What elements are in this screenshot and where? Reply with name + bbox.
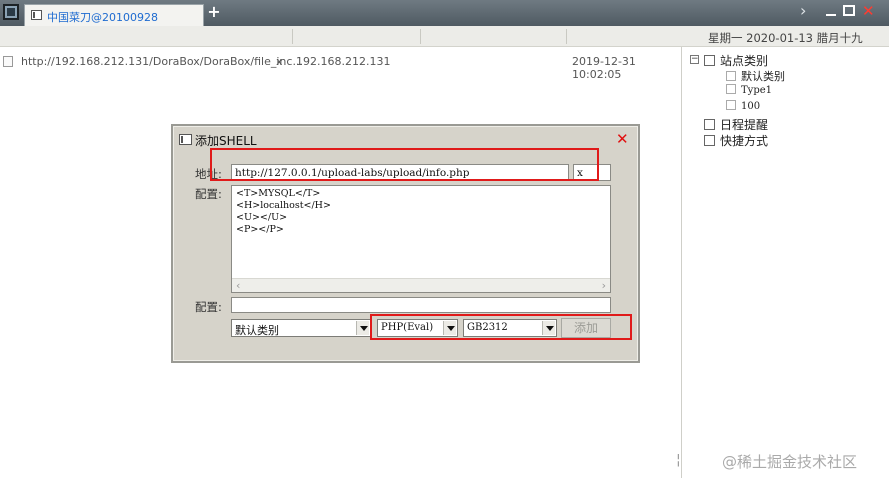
column-separator[interactable] (292, 29, 293, 44)
next-tab-icon[interactable]: › (800, 3, 814, 19)
tree-label: 100 (741, 101, 761, 112)
category-select[interactable]: 默认类别 (231, 319, 371, 337)
tree-item-type1[interactable]: Type1 (726, 84, 772, 96)
config-line: <P></P> (236, 224, 284, 235)
row-time: 2019-12-31 10:02:05 (572, 55, 636, 81)
divider-mark: ¦ (676, 452, 681, 468)
close-window-button[interactable]: ✕ (862, 4, 876, 19)
new-tab-button[interactable]: + (207, 3, 221, 21)
tree-item-default[interactable]: 默认类别 (726, 68, 785, 84)
config-textarea[interactable]: <T>MYSQL</T> <H>localhost</H> <U></U> <P… (231, 185, 611, 293)
folder-icon (704, 55, 715, 66)
collapse-icon[interactable]: − (690, 55, 699, 64)
category-value: 默认类别 (235, 324, 279, 337)
calendar-icon (704, 119, 715, 130)
close-icon[interactable]: ✕ (616, 130, 629, 148)
config-lines: <T>MYSQL</T> <H>localhost</H> <U></U> <P… (236, 188, 331, 236)
maximize-button[interactable] (843, 5, 855, 16)
row-ip: 192.168.212.131 (296, 55, 391, 68)
config2-label: 配置: (195, 300, 222, 314)
page-icon (726, 71, 736, 81)
page-icon (726, 100, 736, 110)
tree-label: 日程提醒 (720, 118, 769, 132)
tab-bar: 中国菜刀@20100928 + › ✕ (0, 0, 889, 26)
scroll-left-icon[interactable]: ‹ (236, 279, 240, 292)
tree-item-100[interactable]: 100 (726, 100, 760, 112)
app-logo-icon (3, 4, 19, 20)
tree-item-shortcuts[interactable]: 快捷方式 (704, 132, 768, 149)
config-line: <H>localhost</H> (236, 200, 331, 211)
chevron-down-icon (356, 321, 369, 335)
config-line: <T>MYSQL</T> (236, 188, 321, 199)
column-separator[interactable] (420, 29, 421, 44)
table-row[interactable]: http://192.168.212.131/DoraBox/DoraBox/f… (0, 52, 682, 81)
config-label: 配置: (195, 187, 222, 201)
page-icon (3, 56, 13, 67)
tree-label: 站点类别 (720, 54, 769, 68)
date-status: 星期一 2020-01-13 腊月十九 (682, 26, 889, 47)
highlight-box (210, 148, 599, 181)
tree-label: 快捷方式 (720, 134, 769, 148)
shortcut-icon (704, 135, 715, 146)
tree-item-site-category[interactable]: 站点类别 (704, 52, 768, 69)
row-url: http://192.168.212.131/DoraBox/DoraBox/f… (21, 55, 303, 68)
tab-main[interactable]: 中国菜刀@20100928 (24, 4, 204, 26)
watermark: @稀土掘金技术社区 (722, 453, 858, 471)
dialog-icon (179, 134, 192, 145)
scroll-right-icon[interactable]: › (602, 279, 606, 292)
tab-label: 中国菜刀@20100928 (47, 11, 158, 24)
app-window: 中国菜刀@20100928 + › ✕ 星期一 2020-01-13 腊月十九 … (0, 0, 889, 478)
site-category-tree: − 站点类别 默认类别 Type1 100 日程提醒 快捷方式 (682, 47, 889, 478)
tree-item-schedule[interactable]: 日程提醒 (704, 116, 768, 133)
list-header (0, 26, 682, 47)
tree-label: 默认类别 (741, 70, 785, 83)
tree-label: Type1 (741, 85, 773, 96)
minimize-button[interactable] (824, 4, 838, 18)
horizontal-scrollbar[interactable]: ‹ › (232, 278, 610, 292)
row-password: x (276, 55, 283, 68)
dialog-title: 添加SHELL (195, 134, 257, 148)
highlight-box (370, 314, 632, 340)
column-separator[interactable] (566, 29, 567, 44)
tab-page-icon (31, 10, 42, 20)
config-line: <U></U> (236, 212, 288, 223)
config2-input[interactable] (231, 297, 611, 313)
page-icon (726, 84, 736, 94)
